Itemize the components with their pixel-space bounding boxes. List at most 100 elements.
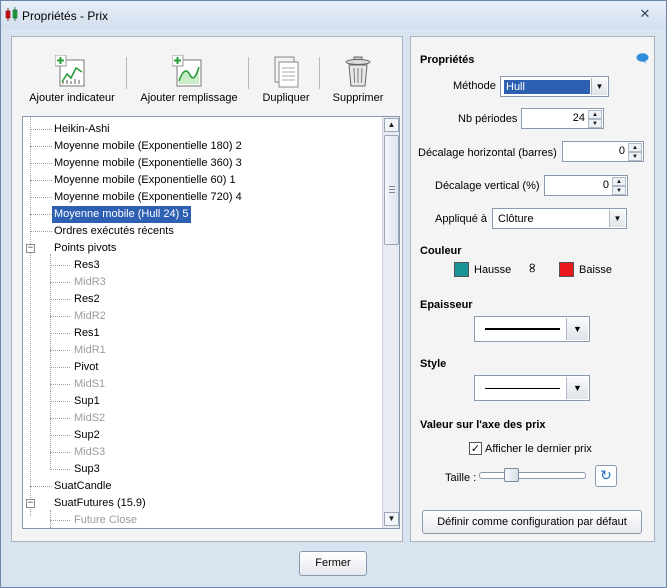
applied-select[interactable]: Clôture ▼: [492, 208, 627, 229]
tree-item-points-pivots[interactable]: Points pivots: [52, 240, 118, 257]
tree-connector: [50, 384, 70, 385]
size-slider[interactable]: [479, 472, 586, 479]
tree-item-res2[interactable]: Res2: [72, 291, 102, 308]
add-indicator-label: Ajouter indicateur: [29, 92, 115, 104]
thickness-preview: [485, 328, 560, 330]
tree-item-recent-orders[interactable]: Ordres exécutés récents: [52, 223, 176, 240]
delete-button[interactable]: Supprimer: [330, 55, 386, 104]
spin-down-icon[interactable]: ▼: [628, 152, 642, 161]
add-fill-button[interactable]: Ajouter remplissage: [139, 55, 239, 104]
tree-connector: [50, 350, 70, 351]
tree-item-sup2[interactable]: Sup2: [72, 427, 102, 444]
chevron-down-icon[interactable]: ▼: [566, 377, 588, 399]
chevron-down-icon[interactable]: ▼: [609, 210, 625, 227]
spin-down-icon[interactable]: ▼: [612, 186, 626, 195]
vshift-spinner[interactable]: 0 ▲ ▼: [544, 175, 628, 196]
tree-item-future-close[interactable]: Future Close: [72, 512, 139, 528]
close-button[interactable]: Fermer: [299, 551, 367, 576]
link-chain-icon[interactable]: ∞: [524, 262, 540, 274]
expand-toggle-suatfutures[interactable]: −: [26, 499, 35, 508]
spin-up-icon[interactable]: ▲: [612, 177, 626, 186]
tree-item-res1[interactable]: Res1: [72, 325, 102, 342]
tree-item-pivot[interactable]: Pivot: [72, 359, 100, 376]
delete-label: Supprimer: [332, 92, 384, 104]
color-heading: Couleur: [420, 245, 462, 257]
spin-up-icon[interactable]: ▲: [628, 143, 642, 152]
method-select[interactable]: Hull ▼: [500, 76, 609, 97]
tree-item-mids1[interactable]: MidS1: [72, 376, 107, 393]
tree-connector: [50, 469, 70, 470]
spin-down-icon[interactable]: ▼: [588, 119, 602, 128]
tree-item-sup3[interactable]: Sup3: [72, 461, 102, 478]
applied-value: Clôture: [498, 213, 534, 225]
expand-toggle-points-pivots[interactable]: −: [26, 244, 35, 253]
vshift-value: 0: [602, 179, 609, 191]
rise-color-swatch[interactable]: [454, 262, 469, 277]
tree-item-ema-360[interactable]: Moyenne mobile (Exponentielle 360) 3: [52, 155, 244, 172]
tree-item-suatfutures[interactable]: SuatFutures (15.9): [52, 495, 148, 512]
tree-item-midr3[interactable]: MidR3: [72, 274, 108, 291]
tree-item-heikin-ashi[interactable]: Heikin-Ashi: [52, 121, 112, 138]
scroll-down-icon[interactable]: ▼: [384, 512, 399, 526]
tree-scrollbar[interactable]: ▲ ▼: [382, 117, 399, 528]
tree-connector: [30, 146, 52, 147]
tree-connector: [50, 367, 70, 368]
tree-item-mids3[interactable]: MidS3: [72, 444, 107, 461]
reset-icon[interactable]: ↻: [595, 465, 617, 487]
thickness-select[interactable]: ▼: [474, 316, 590, 342]
tree-connector: [30, 197, 52, 198]
set-default-button[interactable]: Définir comme configuration par défaut: [422, 510, 642, 534]
duplicate-button[interactable]: Dupliquer: [258, 55, 314, 104]
chevron-down-icon[interactable]: ▼: [566, 318, 588, 340]
style-heading: Style: [420, 358, 447, 370]
tree-item-ema-720[interactable]: Moyenne mobile (Exponentielle 720) 4: [52, 189, 244, 206]
tree-item-res3[interactable]: Res3: [72, 257, 102, 274]
toolbar: Ajouter indicateur Ajouter remplissage D…: [12, 37, 402, 109]
tree-item-hull-24-selected[interactable]: Moyenne mobile (Hull 24) 5: [52, 206, 191, 223]
show-last-price-checkbox[interactable]: ✓: [469, 442, 482, 455]
tree-item-mids2[interactable]: MidS2: [72, 410, 107, 427]
periods-spinner[interactable]: 24 ▲ ▼: [521, 108, 604, 129]
indicator-panel: Ajouter indicateur Ajouter remplissage D…: [11, 36, 403, 542]
toolbar-separator: [319, 57, 320, 89]
hshift-spinner[interactable]: 0 ▲ ▼: [562, 141, 644, 162]
tree-connector: [30, 129, 52, 130]
add-indicator-button[interactable]: Ajouter indicateur: [29, 55, 115, 104]
help-bubble-icon[interactable]: [636, 53, 649, 64]
fall-color-swatch[interactable]: [559, 262, 574, 277]
close-icon[interactable]: ✕: [636, 6, 654, 24]
tree-connector: [50, 282, 70, 283]
axis-heading: Valeur sur l'axe des prix: [420, 419, 546, 431]
tree-item-midr2[interactable]: MidR2: [72, 308, 108, 325]
toolbar-separator: [126, 57, 127, 89]
tree-connector: [50, 333, 70, 334]
tree-connector: [30, 117, 31, 516]
size-slider-thumb[interactable]: [504, 468, 519, 482]
show-last-price-label: Afficher le dernier prix: [485, 443, 592, 455]
hshift-label: Décalage horizontal (barres): [418, 147, 557, 159]
tree-connector: [50, 265, 70, 266]
tree-connector: [30, 163, 52, 164]
add-fill-icon: [172, 55, 202, 87]
scroll-up-icon[interactable]: ▲: [384, 118, 399, 132]
scroll-grip: [389, 192, 395, 193]
tree-connector: [50, 299, 70, 300]
style-select[interactable]: ▼: [474, 375, 590, 401]
tree-item-ema-180[interactable]: Moyenne mobile (Exponentielle 180) 2: [52, 138, 244, 155]
tree-connector: [50, 401, 70, 402]
spin-up-icon[interactable]: ▲: [588, 110, 602, 119]
toolbar-separator: [248, 57, 249, 89]
indicator-tree[interactable]: − − Heikin-Ashi Moyenne mobile (Exponent…: [22, 116, 400, 529]
tree-item-sup1[interactable]: Sup1: [72, 393, 102, 410]
chevron-down-icon[interactable]: ▼: [591, 78, 607, 95]
thickness-heading: Epaisseur: [420, 299, 473, 311]
tree-item-ema-60[interactable]: Moyenne mobile (Exponentielle 60) 1: [52, 172, 238, 189]
size-label: Taille :: [445, 472, 477, 484]
tree-connector: [30, 214, 52, 215]
scrollbar-thumb[interactable]: [384, 135, 399, 245]
tree-connector: [50, 510, 51, 528]
tree-item-midr1[interactable]: MidR1: [72, 342, 108, 359]
tree-item-suatcandle[interactable]: SuatCandle: [52, 478, 114, 495]
tree-connector: [30, 486, 52, 487]
method-label: Méthode: [453, 80, 496, 92]
